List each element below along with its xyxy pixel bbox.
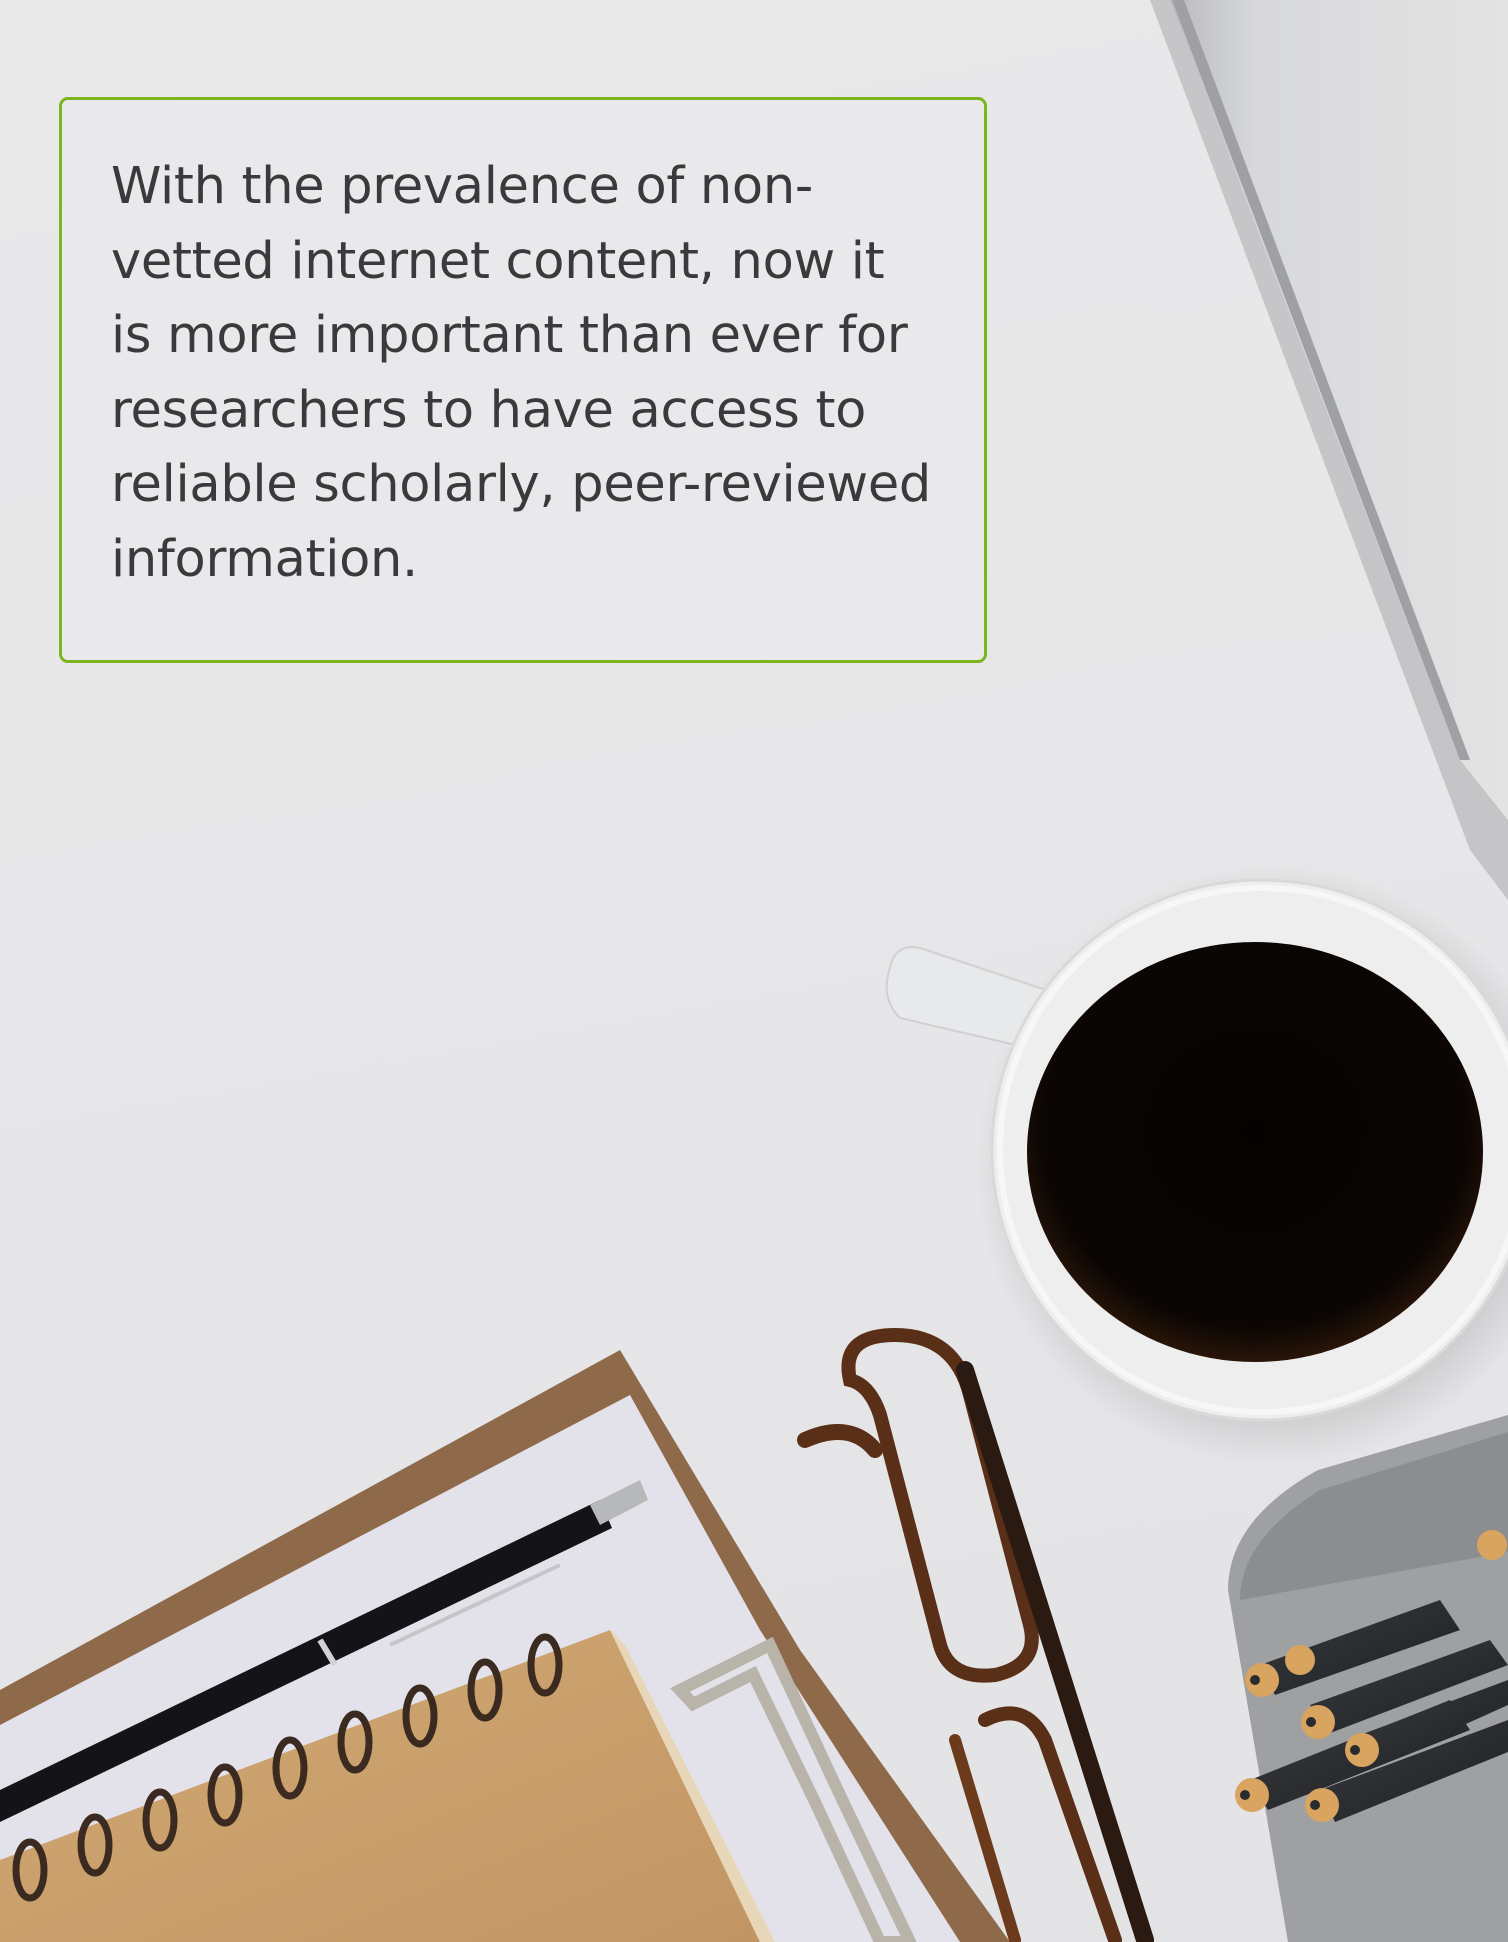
quote-line: information.	[111, 529, 418, 589]
quote-line: is more important than ever for	[111, 306, 908, 365]
coffee-cup	[885, 865, 1508, 1465]
quote-line: With the prevalence of non-	[111, 157, 813, 216]
quote-line: reliable scholarly, peer-reviewed	[111, 455, 931, 514]
quote-line: vetted internet content, now it	[111, 231, 885, 291]
page: With the prevalence of non- vetted inter…	[0, 0, 1508, 1942]
quote-line: researchers to have access to	[111, 380, 867, 440]
quote-text: With the prevalence of non- vetted inter…	[111, 150, 971, 597]
quote-callout-box: With the prevalence of non- vetted inter…	[59, 97, 987, 663]
pencil-holder	[1228, 1415, 1508, 1942]
laptop	[1150, 0, 1508, 900]
